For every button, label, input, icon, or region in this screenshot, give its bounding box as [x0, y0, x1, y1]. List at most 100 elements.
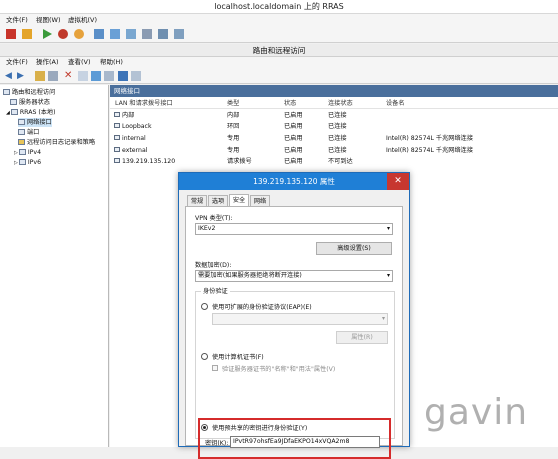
close-button[interactable]: ✕	[387, 173, 409, 190]
eap-select[interactable]: ▾	[212, 313, 388, 325]
forward-icon[interactable]: ▶	[17, 71, 27, 81]
eap-properties-button[interactable]: 属性(R)	[336, 331, 388, 344]
tree-item-label: IPv6	[27, 159, 42, 166]
reset-icon[interactable]	[58, 29, 68, 39]
refresh-icon[interactable]	[91, 71, 101, 81]
delete-icon[interactable]: ✕	[64, 71, 74, 81]
security-tab-body: VPN 类型(T): IKEv2 ▾ 高级设置(S) 数据加密(D): 需要加密…	[185, 206, 403, 459]
tree-item-rras-local[interactable]: ◢ RRAS (本地)	[6, 108, 56, 117]
tab-general[interactable]: 常规	[187, 195, 207, 206]
column-status[interactable]: 状态	[284, 98, 296, 109]
column-connection[interactable]: 连接状态	[328, 98, 353, 109]
cell-type: 环回	[227, 123, 240, 130]
cell-name: external	[122, 147, 148, 154]
mmc-menu-help[interactable]: 帮助(H)	[100, 57, 123, 68]
interface-icon	[114, 135, 120, 140]
tree-item-root[interactable]: 路由和远程访问	[3, 88, 55, 97]
preshared-key-label: 使用预共享的密钥进行身份验证(Y)	[212, 425, 308, 432]
tree-item-logging[interactable]: 远程访问日志记录和策略	[18, 138, 108, 147]
vm-menu-vm[interactable]: 虚拟机(V)	[68, 14, 97, 26]
power-icon[interactable]	[74, 29, 84, 39]
tree-item-ports[interactable]: 端口	[18, 128, 39, 137]
tree-item-label: 服务器状态	[19, 99, 50, 106]
tree-item-ipv4[interactable]: ▷ IPv4	[14, 148, 41, 157]
tree-item-network-interfaces[interactable]: 网络接口	[18, 118, 52, 127]
eap-radio[interactable]	[201, 303, 208, 310]
stop-icon[interactable]	[6, 29, 16, 39]
key-input[interactable]: IPvtR97ohsfEa9JDfaEKPO14xVQA2m8	[230, 436, 380, 448]
table-row[interactable]: 139.219.135.120 请求拨号 已启用 不可到达	[110, 157, 558, 167]
expand-icon[interactable]: ▷	[14, 160, 18, 166]
cell-name: 139.219.135.120	[122, 158, 176, 165]
server-icon	[10, 109, 18, 115]
view-icon[interactable]	[131, 71, 141, 81]
advanced-settings-button[interactable]: 高级设置(S)	[316, 242, 392, 255]
cell-name: Loopback	[122, 123, 152, 130]
key-value: IPvtR97ohsfEa9JDfaEKPO14xVQA2m8	[233, 438, 350, 445]
help-icon[interactable]	[118, 71, 128, 81]
table-row[interactable]: external 专用 已启用 已连接 Intel(R) 82574L 千兆网络…	[110, 146, 558, 156]
vm-menu-file[interactable]: 文件(F)	[6, 14, 28, 26]
back-icon[interactable]: ◀	[5, 71, 15, 81]
column-name[interactable]: LAN 和请求拨号接口	[115, 98, 173, 109]
authentication-group-label: 身份验证	[201, 286, 230, 295]
share-icon[interactable]	[158, 29, 168, 39]
chevron-down-icon: ▾	[386, 272, 390, 279]
interface-icon	[114, 112, 120, 117]
settings-icon[interactable]	[174, 29, 184, 39]
mmc-menu-view[interactable]: 查看(V)	[68, 57, 91, 68]
tree-item-label: 网络接口	[27, 119, 52, 126]
tree-item-label: 远程访问日志记录和策略	[27, 139, 96, 146]
vm-menu-view[interactable]: 视图(W)	[36, 14, 61, 26]
snapshot-icon[interactable]	[94, 29, 104, 39]
cell-type: 内部	[227, 112, 240, 119]
up-folder-icon[interactable]	[35, 71, 45, 81]
tree-item-ipv6[interactable]: ▷ IPv6	[14, 158, 41, 167]
pane-title: 网络接口	[110, 85, 558, 97]
table-row[interactable]: internal 专用 已启用 已连接 Intel(R) 82574L 千兆网络…	[110, 134, 558, 144]
mmc-title: 路由和远程访问	[0, 44, 558, 57]
expand-icon[interactable]: ▷	[14, 150, 18, 156]
encryption-select[interactable]: 需要加密(如果服务器拒绝将断开连接) ▾	[195, 270, 393, 282]
pause-icon[interactable]	[22, 29, 32, 39]
ports-icon	[18, 129, 25, 135]
export-icon[interactable]	[104, 71, 114, 81]
tree-item-label: IPv4	[27, 149, 42, 156]
properties-dialog: 139.219.135.120 属性 ✕ 常规 选项 安全 网络 VPN 类型(…	[178, 172, 410, 459]
chevron-down-icon: ▾	[381, 315, 385, 322]
screen-icon[interactable]	[126, 29, 136, 39]
table-row[interactable]: Loopback 环回 已启用 已连接	[110, 122, 558, 132]
revert-icon[interactable]	[110, 29, 120, 39]
cell-connection: 不可到达	[328, 158, 353, 165]
mmc-menu-action[interactable]: 操作(A)	[36, 57, 59, 68]
certificate-radio[interactable]	[201, 353, 208, 360]
vpn-type-select[interactable]: IKEv2 ▾	[195, 223, 393, 235]
cell-status: 已启用	[284, 112, 303, 119]
show-tree-icon[interactable]	[48, 71, 58, 81]
collapse-icon[interactable]: ◢	[6, 110, 10, 116]
vpn-type-value: IKEv2	[198, 225, 216, 232]
mmc-menubar: 文件(F) 操作(A) 查看(V) 帮助(H)	[0, 57, 558, 68]
column-type[interactable]: 类型	[227, 98, 239, 109]
verify-cert-checkbox[interactable]	[212, 365, 218, 371]
certificate-option-label: 使用计算机证书(F)	[212, 354, 264, 361]
tab-options[interactable]: 选项	[208, 195, 228, 206]
key-label: 密钥(K):	[205, 440, 229, 447]
mmc-menu-file[interactable]: 文件(F)	[6, 57, 28, 68]
vm-toolbar	[0, 26, 558, 43]
table-row[interactable]: 内部 内部 已启用 已连接	[110, 111, 558, 121]
cell-connection: 已连接	[328, 123, 347, 130]
tab-networking[interactable]: 网络	[250, 195, 270, 206]
column-device[interactable]: 设备名	[386, 98, 405, 109]
tree-item-server-status[interactable]: 服务器状态	[10, 98, 50, 107]
vm-menubar: 文件(F) 视图(W) 虚拟机(V)	[0, 14, 558, 26]
ctrl-alt-del-icon[interactable]	[142, 29, 152, 39]
cell-status: 已启用	[284, 158, 303, 165]
ipv4-icon	[18, 149, 26, 155]
play-icon[interactable]	[42, 29, 52, 39]
preshared-key-radio[interactable]	[201, 424, 208, 431]
ipv6-icon	[18, 159, 26, 165]
vm-window-title: localhost.localdomain 上的 RRAS	[0, 0, 558, 14]
properties-icon[interactable]	[78, 71, 88, 81]
cell-connection: 已连接	[328, 147, 347, 154]
